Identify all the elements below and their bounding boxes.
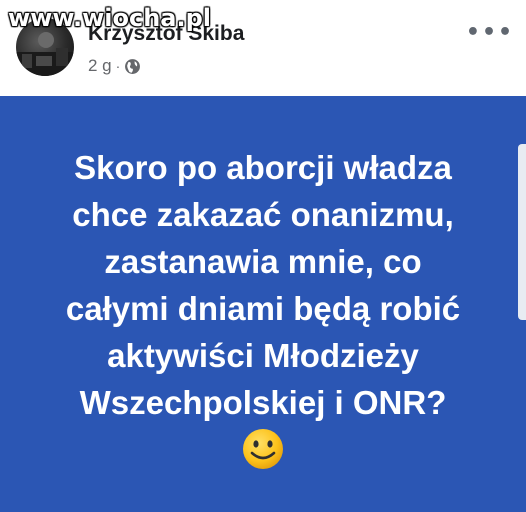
post-text: Skoro po aborcji władza chce zakazać ona… [0, 144, 526, 426]
more-options-button[interactable]: ••• [466, 20, 512, 45]
post-text-line: aktywiści Młodzieży [107, 337, 419, 374]
scroll-indicator[interactable] [518, 144, 526, 320]
post-meta: 2 g · [88, 55, 141, 77]
watermark: www.wiocha.pl [8, 4, 212, 32]
post-text-line: Skoro po aborcji władza [74, 149, 452, 186]
post-header: Krzysztof Skiba 2 g · ••• www.wiocha.pl [0, 0, 526, 96]
post-text-line: całymi dniami będą robić [65, 290, 461, 327]
globe-icon [124, 58, 141, 75]
post-background: Skoro po aborcji władza chce zakazać ona… [0, 96, 526, 512]
more-options-icon: ••• [465, 19, 515, 45]
slightly-smiling-face-icon [241, 427, 285, 471]
meta-separator: · [115, 58, 121, 74]
post-text-line: zastanawia mnie, co [104, 243, 422, 280]
post-text-line: Wszechpolskiej i ONR? [79, 384, 447, 421]
post-text-line: chce zakazać onanizmu, [72, 196, 454, 233]
post-time[interactable]: 2 g [88, 56, 112, 76]
